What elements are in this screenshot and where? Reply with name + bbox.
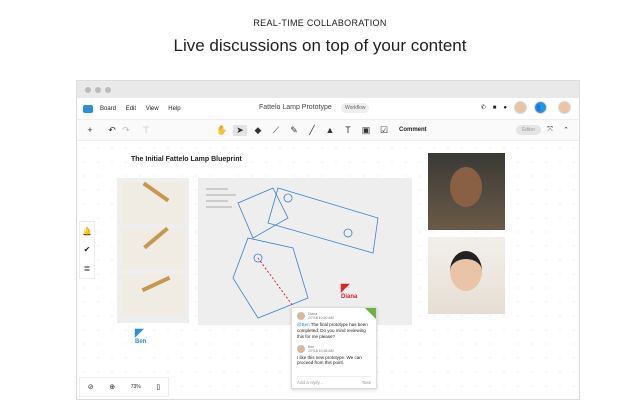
comment-message: @Ben The final prototype has been comple… — [297, 322, 368, 339]
kicker: REAL-TIME COLLABORATION — [253, 18, 387, 28]
app-logo-icon[interactable] — [83, 104, 93, 113]
blueprint-drawing — [232, 187, 379, 319]
comment-thread: Diana 2/7/18 10:40 AM @Ben The final prot… — [291, 307, 377, 389]
comment-button[interactable]: Comment — [399, 127, 427, 133]
video-icon[interactable]: ■ — [493, 105, 497, 111]
avatar-diana[interactable] — [514, 101, 527, 114]
undo-icon[interactable]: ↶ — [105, 125, 119, 136]
mouse-icon[interactable]: ▯ — [156, 383, 160, 391]
video-feed-ben[interactable] — [428, 153, 505, 230]
video-feed-diana[interactable] — [428, 237, 505, 314]
task-button[interactable]: Task — [362, 380, 371, 385]
avatar — [297, 344, 305, 353]
hand-icon[interactable]: ✋ — [215, 125, 229, 136]
toolbar: + ↶ ↷ ⊤ ✋ ➤ ◆ ⟋ ✎ ╱ ▲ T ▣ ☑ Comment Edit… — [77, 119, 579, 141]
app-window: Board Edit View Help Fattelo Lamp Protot… — [76, 80, 580, 400]
board-title: The Initial Fattelo Lamp Blueprint — [131, 156, 242, 163]
eraser-icon[interactable]: ◆ — [251, 125, 265, 136]
shapes-icon[interactable]: ▲ — [323, 125, 337, 135]
avatar — [297, 312, 305, 320]
bottom-bar: ⊘ ⊕ 73% ▯ — [79, 377, 169, 397]
compass-icon[interactable]: ⊘ — [88, 383, 94, 391]
zoom-level[interactable]: 73% — [131, 384, 141, 390]
line-icon[interactable]: ╱ — [305, 125, 319, 136]
title-bar — [77, 81, 579, 98]
phone-icon[interactable]: ✆ — [481, 104, 486, 111]
left-sidebar: 🔔 ✔ ≣ — [79, 221, 95, 279]
lamp-photo[interactable] — [121, 226, 185, 270]
lamp-photo[interactable] — [121, 274, 185, 316]
marker-icon[interactable]: ✎ — [287, 125, 301, 136]
menu-help[interactable]: Help — [168, 106, 180, 112]
zoom-in-icon[interactable]: ⊕ — [109, 383, 115, 391]
chat-icon[interactable]: ● — [503, 105, 507, 111]
format-painter-icon[interactable]: ⊤ — [139, 125, 153, 136]
lamp-photos — [117, 178, 189, 323]
users-icon[interactable]: 👥 — [534, 101, 547, 114]
menu-bar: Board Edit View Help Fattelo Lamp Protot… — [77, 98, 579, 119]
editor-badge[interactable]: Editor — [515, 125, 541, 135]
sticky-note-icon[interactable]: ▣ — [359, 125, 373, 136]
add-icon[interactable]: + — [83, 125, 97, 135]
document-title[interactable]: Fattelo Lamp Prototype — [259, 104, 332, 111]
blueprint-image[interactable] — [198, 178, 412, 325]
redo-icon[interactable]: ↷ — [119, 125, 133, 136]
bell-icon[interactable]: 🔔 — [82, 227, 92, 236]
menu-board[interactable]: Board — [100, 106, 116, 112]
resolve-icon[interactable] — [365, 308, 376, 319]
workflow-button[interactable]: Workflow — [341, 103, 370, 113]
menu-edit[interactable]: Edit — [126, 106, 136, 112]
cursor-diana: ◤ Diana — [341, 282, 358, 300]
cursor-ben: ◤ Ben — [135, 327, 147, 345]
avatar-ben[interactable] — [558, 101, 571, 114]
list-icon[interactable]: ≣ — [84, 264, 91, 273]
lamp-photo[interactable] — [121, 181, 185, 224]
comment-icon[interactable]: ☑ — [377, 125, 391, 136]
collapse-icon[interactable]: ⌃ — [559, 126, 573, 134]
comment-message: I like this new prototype. We can procee… — [297, 354, 362, 366]
connector-icon[interactable]: ⟋ — [269, 125, 283, 136]
reply-input[interactable]: Add a reply... — [297, 380, 323, 385]
board-canvas[interactable]: The Initial Fattelo Lamp Blueprint 🔔 ✔ ≣… — [77, 141, 579, 399]
headline: Live discussions on top of your content — [173, 36, 467, 55]
select-icon[interactable]: ➤ — [233, 124, 247, 136]
check-icon[interactable]: ✔ — [84, 245, 91, 254]
menu-view[interactable]: View — [146, 106, 159, 112]
text-icon[interactable]: T — [341, 125, 355, 135]
fullscreen-icon[interactable]: ⤧ — [543, 126, 557, 134]
